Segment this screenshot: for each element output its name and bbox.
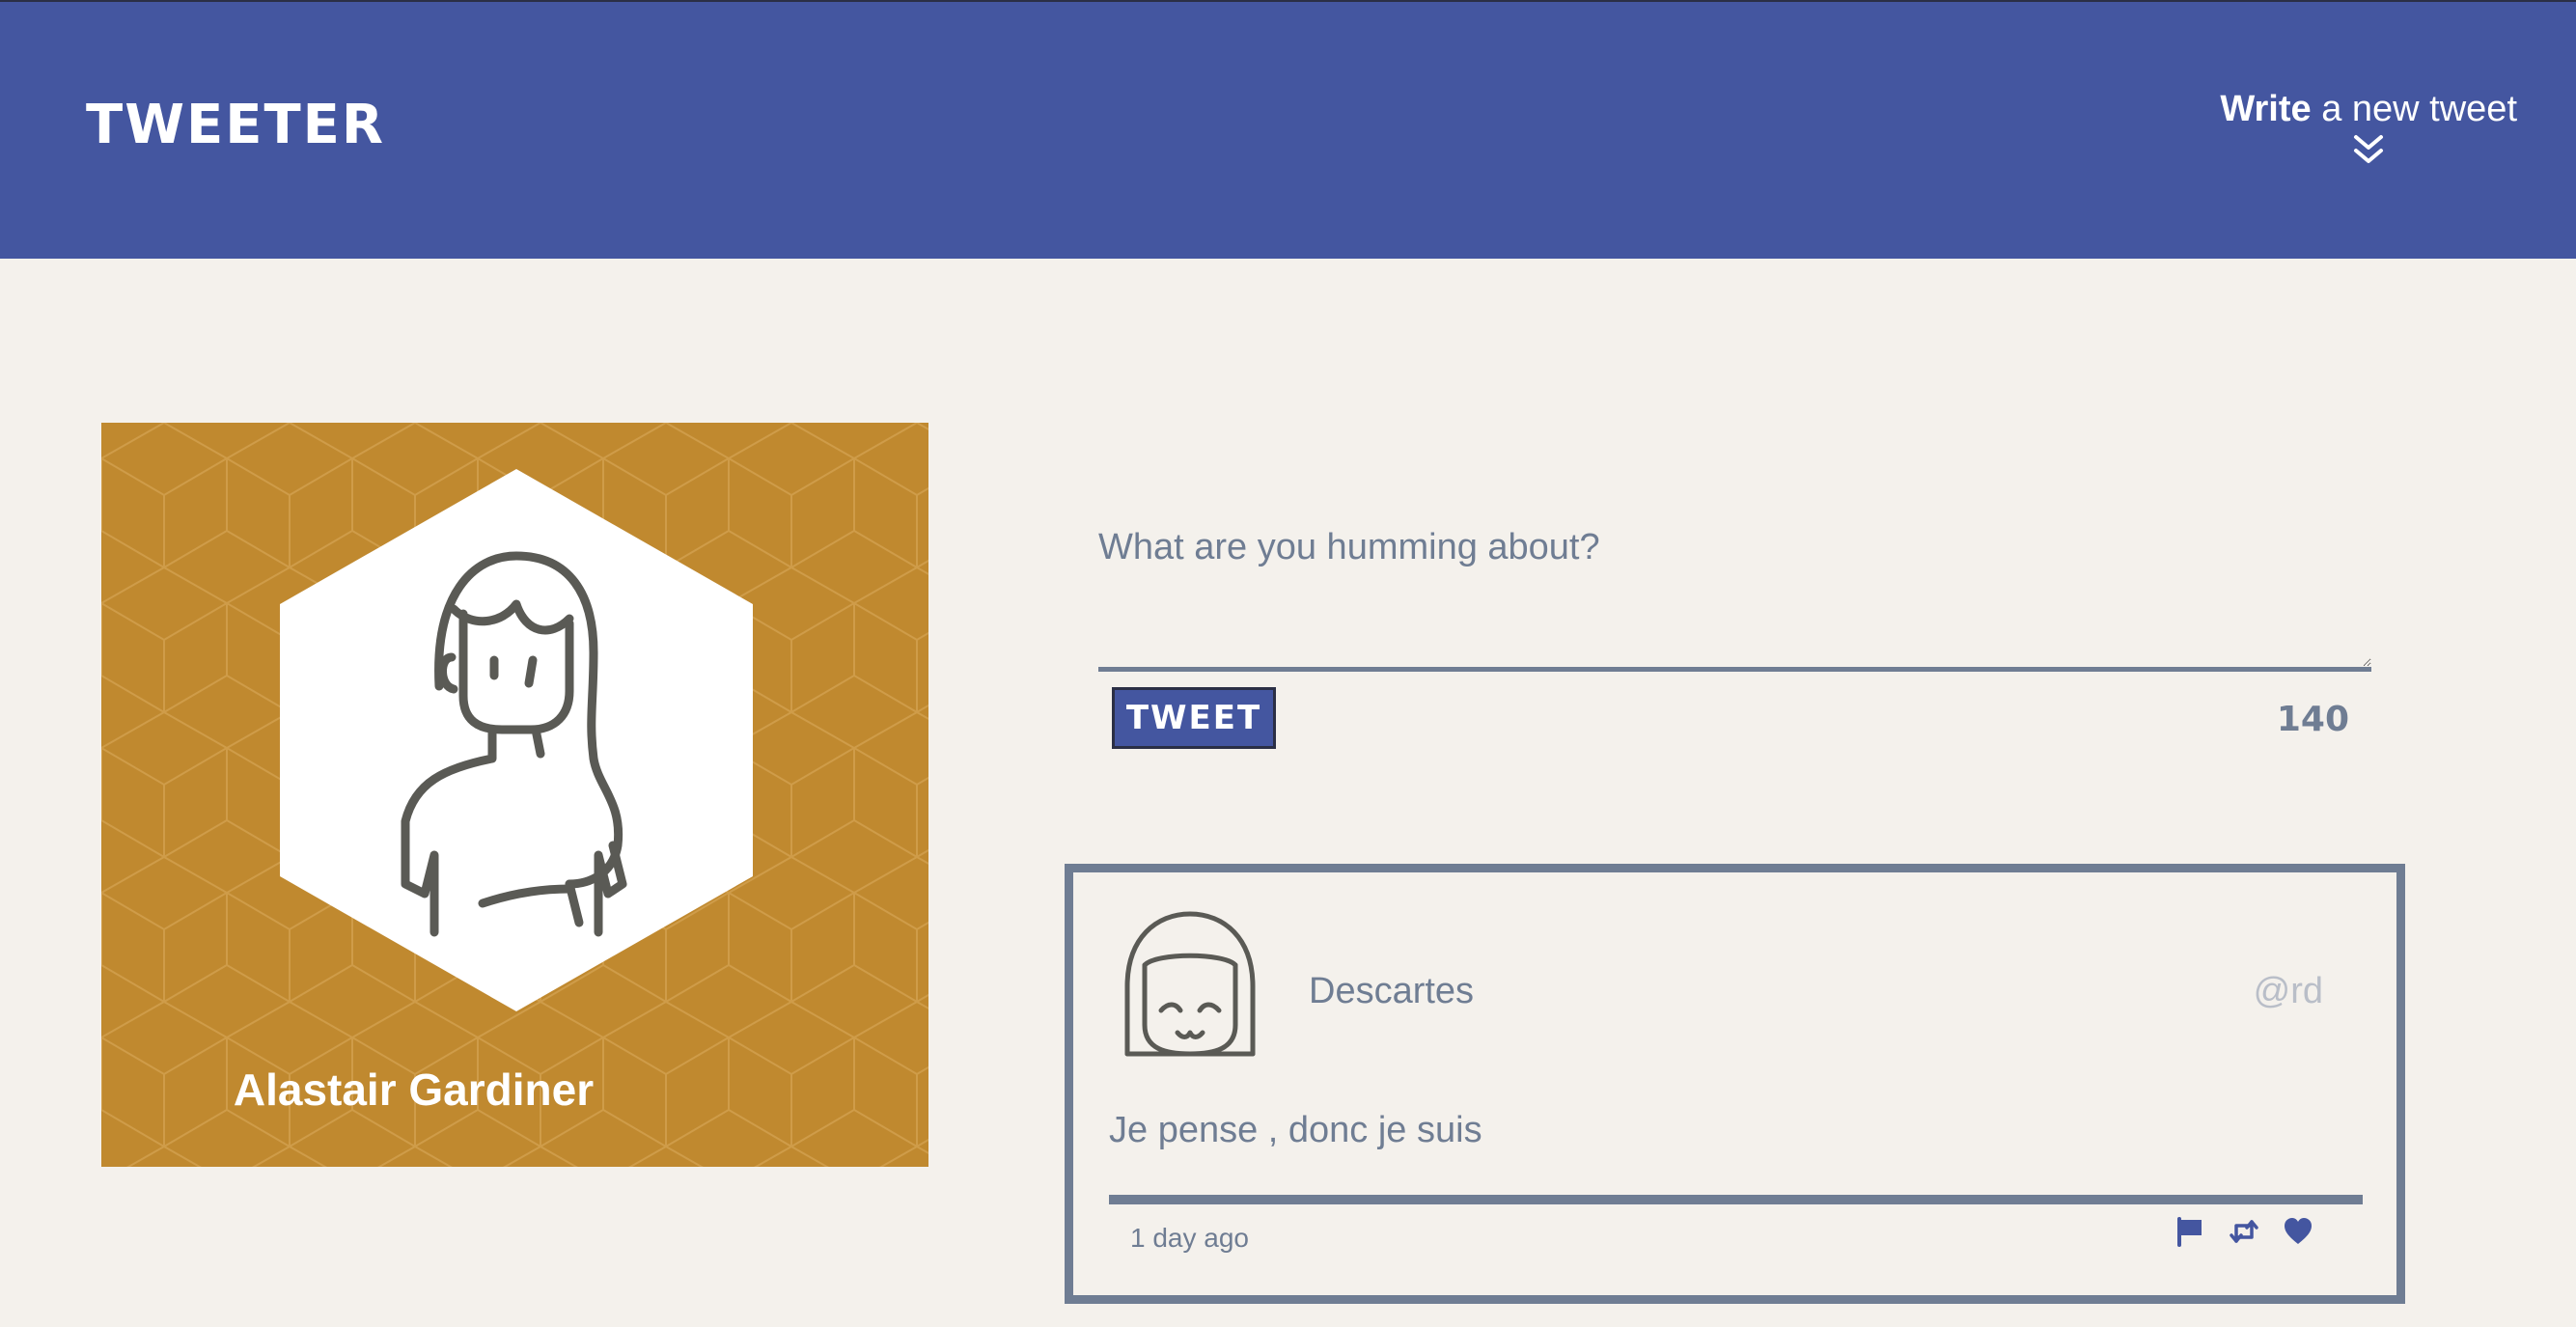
tweet-card: Descartes @rd Je pense , donc je suis 1 … xyxy=(1065,864,2405,1304)
write-new-tweet-toggle[interactable]: Write a new tweet xyxy=(2220,91,2517,166)
tweet-divider xyxy=(1109,1195,2363,1204)
tweet-actions xyxy=(2174,1216,2313,1247)
retweet-icon[interactable] xyxy=(2229,1216,2259,1247)
character-counter: 140 xyxy=(2276,700,2349,739)
tweet-author: Descartes xyxy=(1309,971,1475,1011)
profile-name: Alastair Gardiner xyxy=(233,1064,595,1115)
woman-avatar-icon xyxy=(280,469,753,1011)
tweet-timestamp: 1 day ago xyxy=(1130,1223,1249,1253)
tweet-text: Je pense , donc je suis xyxy=(1109,1110,1482,1150)
heart-icon[interactable] xyxy=(2283,1216,2313,1247)
tweet-handle: @rd xyxy=(2253,971,2323,1011)
double-chevron-down-icon xyxy=(2354,135,2384,163)
girl-avatar-icon xyxy=(1124,911,1256,1057)
brand-logo[interactable]: TWEETER xyxy=(86,98,385,152)
top-nav: TWEETER Write a new tweet xyxy=(0,0,2576,259)
compose-form: TWEET 140 xyxy=(1098,502,2371,749)
flag-icon[interactable] xyxy=(2174,1216,2205,1247)
write-new-tweet-label: a new tweet xyxy=(2311,89,2517,129)
tweet-button[interactable]: TWEET xyxy=(1112,687,1276,749)
write-new-tweet-strong: Write xyxy=(2220,89,2312,129)
tweet-textarea[interactable] xyxy=(1098,502,2371,672)
profile-card xyxy=(101,423,928,1167)
